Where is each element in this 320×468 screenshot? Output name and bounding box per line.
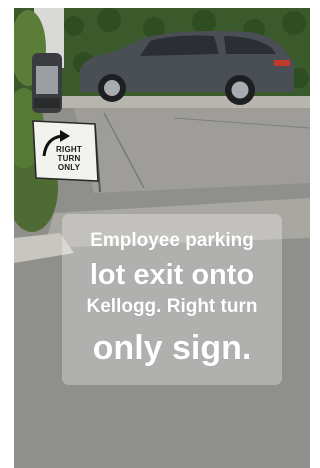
story-frame: RIGHT TURN ONLY Employee parking lot exi…	[0, 0, 311, 468]
sign-line: RIGHT	[56, 145, 82, 154]
right-turn-sign: RIGHT TURN ONLY	[33, 122, 97, 184]
caption-line: Employee parking	[90, 230, 254, 251]
caption-line: only sign.	[92, 329, 252, 367]
caption-line: lot exit onto	[89, 259, 255, 291]
caption-line: Kellogg. Right turn	[86, 296, 258, 317]
sign-text: RIGHT TURN ONLY	[43, 145, 95, 172]
caption-box: Employee parking lot exit onto Kellogg. …	[62, 214, 282, 385]
sign-line: ONLY	[57, 163, 81, 172]
suv-front	[32, 53, 62, 113]
sign-line: TURN	[57, 154, 81, 163]
background-photo: RIGHT TURN ONLY Employee parking lot exi…	[14, 8, 310, 468]
